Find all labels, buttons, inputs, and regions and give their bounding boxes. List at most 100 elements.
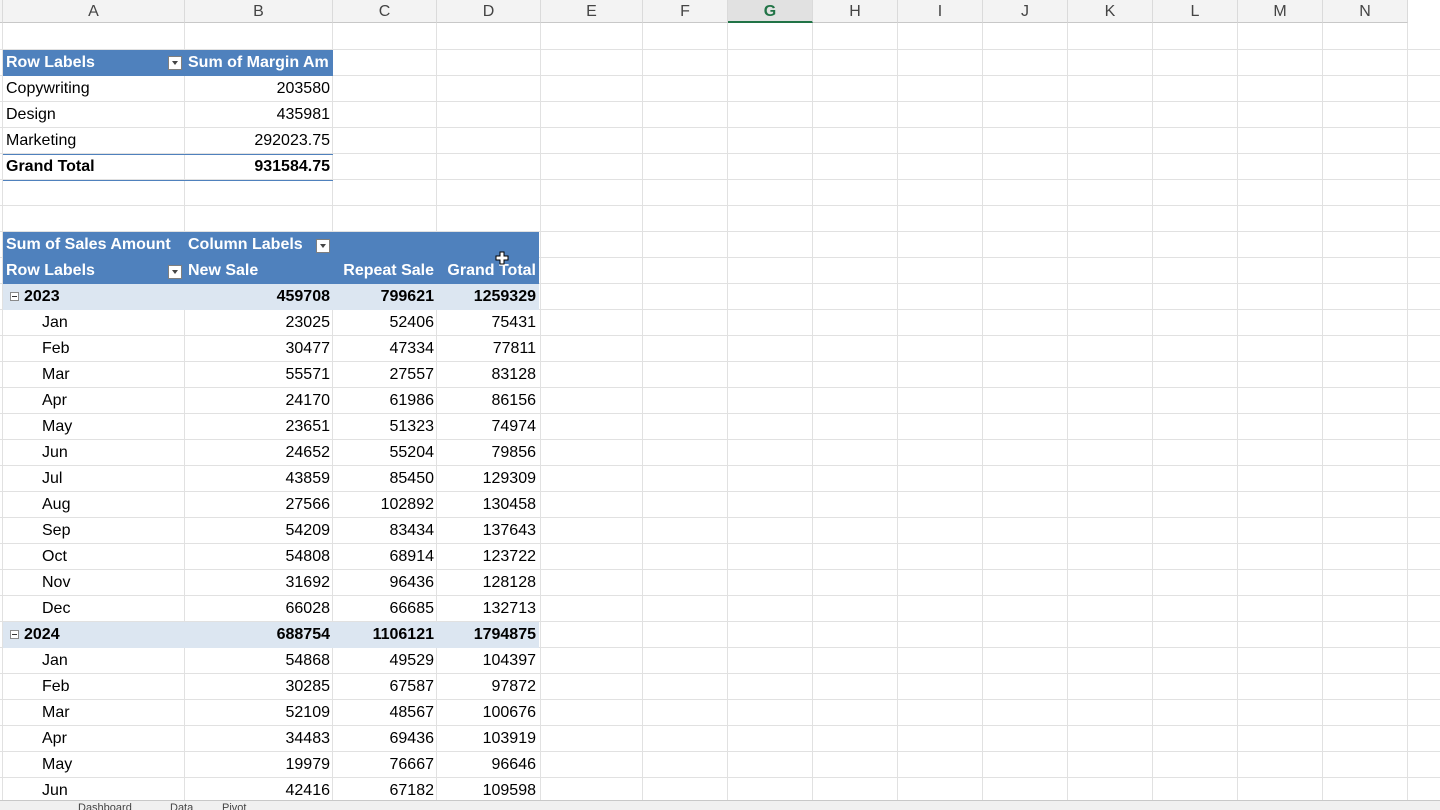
column-header-g[interactable]: G (728, 0, 813, 23)
select-all-corner[interactable] (0, 0, 3, 23)
column-header-f[interactable]: F (643, 0, 728, 23)
year-new-sale[interactable]: 688754 (185, 622, 333, 648)
column-header-n[interactable]: N (1323, 0, 1408, 23)
pivot1-row-label[interactable]: Copywriting (3, 76, 185, 102)
sheet-tabs-bar[interactable]: Dashboard Data Pivot (0, 800, 1440, 810)
spreadsheet-grid[interactable]: ABCDEFGHIJKLMN Row Labels Sum of Margin … (0, 0, 1440, 810)
month-repeat-sale[interactable]: 67587 (333, 674, 437, 700)
month-new-sale[interactable]: 19979 (185, 752, 333, 778)
month-new-sale[interactable]: 54868 (185, 648, 333, 674)
month-repeat-sale[interactable]: 47334 (333, 336, 437, 362)
month-label[interactable]: Feb (3, 674, 185, 700)
month-label[interactable]: Apr (3, 726, 185, 752)
month-new-sale[interactable]: 52109 (185, 700, 333, 726)
column-header-m[interactable]: M (1238, 0, 1323, 23)
month-new-sale[interactable]: 34483 (185, 726, 333, 752)
pivot1-row-labels-header[interactable]: Row Labels (3, 50, 185, 76)
sheet-tab[interactable]: Data (170, 802, 193, 810)
month-new-sale[interactable]: 24170 (185, 388, 333, 414)
pivot2-column-labels[interactable]: Column Labels (185, 232, 539, 258)
pivot2-row-labels-header[interactable]: Row Labels (3, 258, 185, 284)
pivot1-grand-total-label[interactable]: Grand Total (3, 154, 185, 180)
row-labels-filter-button-2[interactable] (168, 265, 182, 279)
month-new-sale[interactable]: 31692 (185, 570, 333, 596)
month-new-sale[interactable]: 23025 (185, 310, 333, 336)
pivot1-row-value[interactable]: 435981 (185, 102, 333, 128)
year-repeat-sale[interactable]: 799621 (333, 284, 437, 310)
month-repeat-sale[interactable]: 85450 (333, 466, 437, 492)
month-grand-total[interactable]: 104397 (437, 648, 539, 674)
month-repeat-sale[interactable]: 52406 (333, 310, 437, 336)
column-header-j[interactable]: J (983, 0, 1068, 23)
month-new-sale[interactable]: 30285 (185, 674, 333, 700)
month-new-sale[interactable]: 55571 (185, 362, 333, 388)
row-labels-filter-button[interactable] (168, 56, 182, 70)
month-repeat-sale[interactable]: 102892 (333, 492, 437, 518)
month-new-sale[interactable]: 27566 (185, 492, 333, 518)
month-label[interactable]: Dec (3, 596, 185, 622)
year-new-sale[interactable]: 459708 (185, 284, 333, 310)
month-grand-total[interactable]: 103919 (437, 726, 539, 752)
month-new-sale[interactable]: 24652 (185, 440, 333, 466)
month-label[interactable]: Mar (3, 700, 185, 726)
column-header-k[interactable]: K (1068, 0, 1153, 23)
year-label[interactable]: 2024 (3, 622, 185, 648)
sheet-tab[interactable]: Dashboard (78, 802, 132, 810)
col-new-sale-header[interactable]: New Sale (185, 258, 333, 284)
column-header-i[interactable]: I (898, 0, 983, 23)
month-label[interactable]: Jun (3, 440, 185, 466)
month-label[interactable]: Feb (3, 336, 185, 362)
column-header-b[interactable]: B (185, 0, 333, 23)
month-grand-total[interactable]: 97872 (437, 674, 539, 700)
sheet-tab[interactable]: Pivot (222, 802, 246, 810)
month-repeat-sale[interactable]: 48567 (333, 700, 437, 726)
pivot1-row-value[interactable]: 292023.75 (185, 128, 333, 154)
month-grand-total[interactable]: 86156 (437, 388, 539, 414)
column-header-d[interactable]: D (437, 0, 541, 23)
pivot2-title[interactable]: Sum of Sales Amount (3, 232, 185, 258)
column-header-h[interactable]: H (813, 0, 898, 23)
month-label[interactable]: Nov (3, 570, 185, 596)
month-new-sale[interactable]: 54209 (185, 518, 333, 544)
month-label[interactable]: Mar (3, 362, 185, 388)
column-header-c[interactable]: C (333, 0, 437, 23)
month-grand-total[interactable]: 96646 (437, 752, 539, 778)
month-repeat-sale[interactable]: 69436 (333, 726, 437, 752)
pivot1-row-label[interactable]: Design (3, 102, 185, 128)
month-grand-total[interactable]: 74974 (437, 414, 539, 440)
month-new-sale[interactable]: 23651 (185, 414, 333, 440)
month-repeat-sale[interactable]: 96436 (333, 570, 437, 596)
column-header-a[interactable]: A (3, 0, 185, 23)
month-label[interactable]: Apr (3, 388, 185, 414)
column-header-e[interactable]: E (541, 0, 643, 23)
month-label[interactable]: Sep (3, 518, 185, 544)
month-grand-total[interactable]: 123722 (437, 544, 539, 570)
month-new-sale[interactable]: 54808 (185, 544, 333, 570)
column-header-l[interactable]: L (1153, 0, 1238, 23)
month-label[interactable]: May (3, 752, 185, 778)
month-label[interactable]: Jan (3, 310, 185, 336)
month-grand-total[interactable]: 77811 (437, 336, 539, 362)
month-label[interactable]: Jan (3, 648, 185, 674)
month-grand-total[interactable]: 130458 (437, 492, 539, 518)
month-grand-total[interactable]: 132713 (437, 596, 539, 622)
month-grand-total[interactable]: 75431 (437, 310, 539, 336)
pivot1-grand-total-value[interactable]: 931584.75 (185, 154, 333, 180)
year-repeat-sale[interactable]: 1106121 (333, 622, 437, 648)
pivot1-row-value[interactable]: 203580 (185, 76, 333, 102)
month-repeat-sale[interactable]: 51323 (333, 414, 437, 440)
month-grand-total[interactable]: 79856 (437, 440, 539, 466)
month-new-sale[interactable]: 43859 (185, 466, 333, 492)
month-new-sale[interactable]: 66028 (185, 596, 333, 622)
col-repeat-sale-header[interactable]: Repeat Sale (333, 258, 437, 284)
month-grand-total[interactable]: 100676 (437, 700, 539, 726)
year-grand-total[interactable]: 1794875 (437, 622, 539, 648)
month-label[interactable]: May (3, 414, 185, 440)
month-label[interactable]: Aug (3, 492, 185, 518)
year-label[interactable]: 2023 (3, 284, 185, 310)
month-label[interactable]: Jul (3, 466, 185, 492)
pivot1-value-header[interactable]: Sum of Margin Am (185, 50, 333, 76)
month-repeat-sale[interactable]: 76667 (333, 752, 437, 778)
month-label[interactable]: Oct (3, 544, 185, 570)
col-grand-total-header[interactable]: Grand Total (437, 258, 539, 284)
